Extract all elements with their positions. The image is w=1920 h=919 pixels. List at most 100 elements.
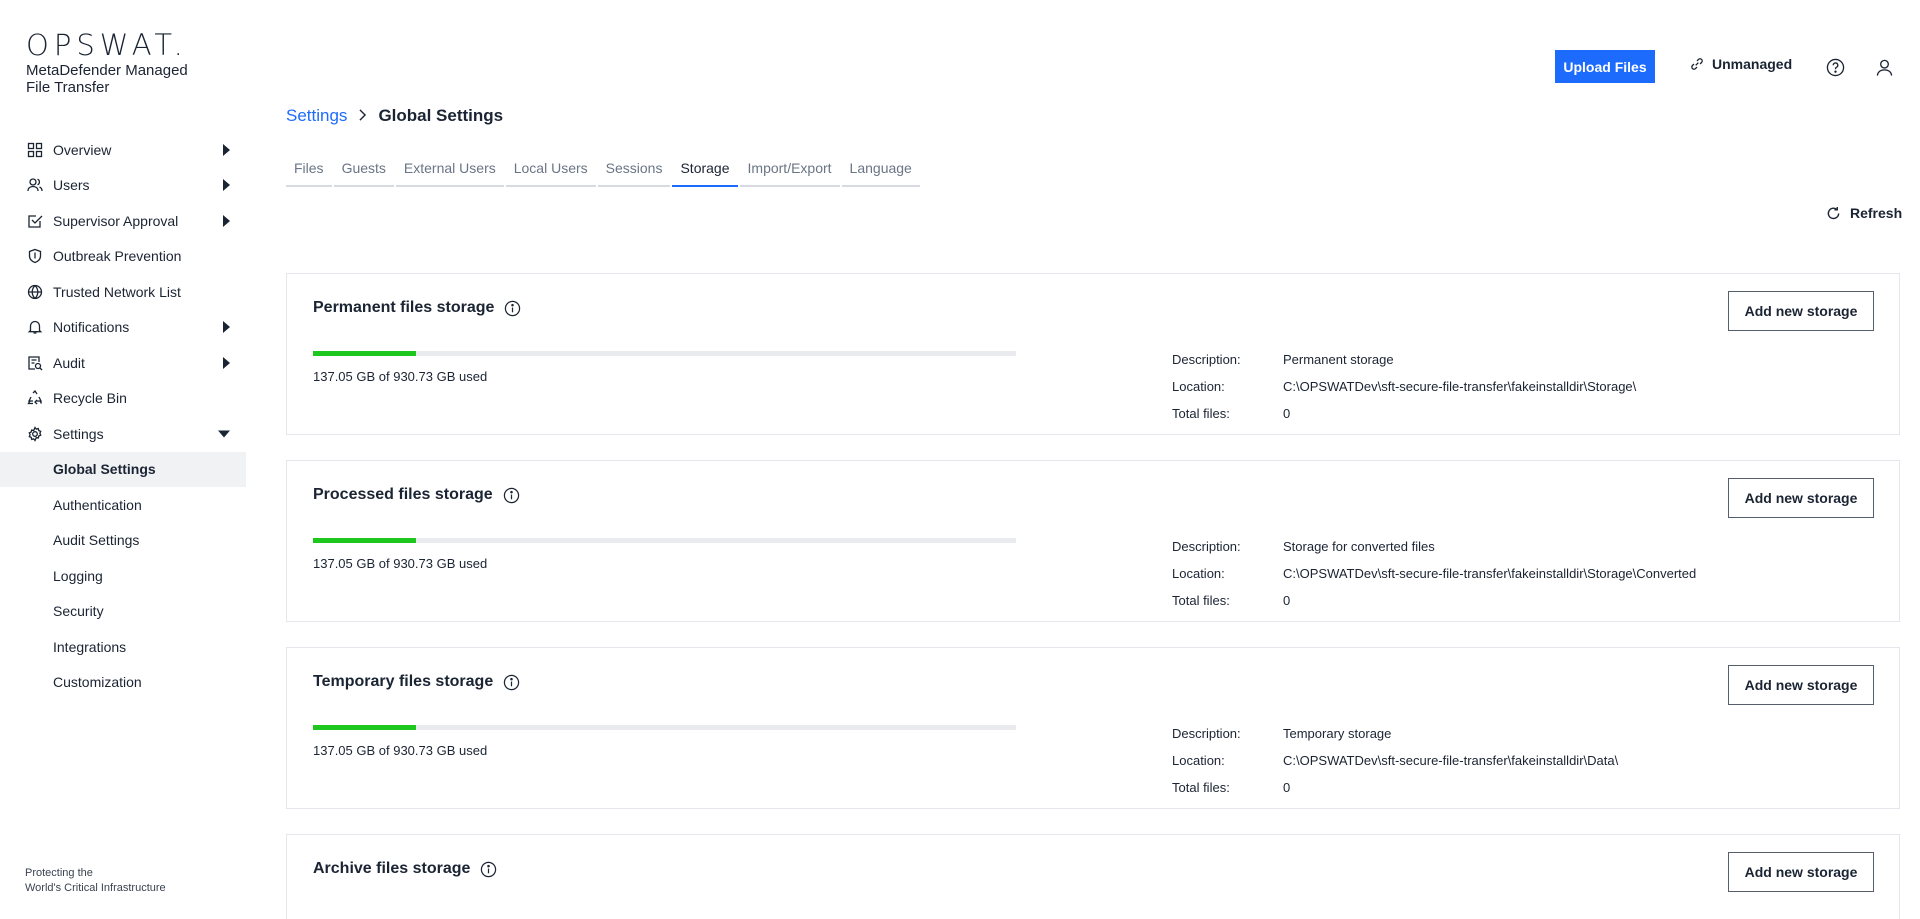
- refresh-button[interactable]: Refresh: [1826, 205, 1902, 221]
- user-icon[interactable]: [1873, 56, 1895, 78]
- add-new-storage-button[interactable]: Add new storage: [1728, 665, 1874, 705]
- description-label: Description:: [1172, 726, 1241, 741]
- storage-details: Description: Permanent storage Location: C…: [1172, 346, 1636, 427]
- help-icon[interactable]: [1824, 56, 1846, 78]
- sidebar-item-label: Outbreak Prevention: [53, 248, 182, 265]
- add-new-storage-button[interactable]: Add new storage: [1728, 478, 1874, 518]
- total-files-value: 0: [1283, 780, 1291, 795]
- sidebar-item-supervisor-approval[interactable]: Supervisor Approval: [0, 203, 246, 239]
- storage-card-processed: Processed files storage 137.05 GB of 930…: [286, 460, 1900, 622]
- refresh-icon: [1826, 206, 1841, 221]
- product-name: MetaDefender Managed File Transfer: [26, 62, 188, 96]
- audit-icon: [26, 354, 44, 372]
- tab-external-users[interactable]: External Users: [395, 158, 504, 187]
- sidebar-subitem-logging[interactable]: Logging: [0, 558, 246, 594]
- storage-title: Permanent files storage: [313, 299, 521, 317]
- storage-card-permanent: Permanent files storage 137.05 GB of 930…: [286, 273, 1900, 435]
- sidebar: OPSWAT. MetaDefender Managed File Transf…: [0, 0, 246, 919]
- caret-right-icon: [223, 356, 230, 369]
- tagline-line: World's Critical Infrastructure: [25, 882, 166, 894]
- caret-right-icon: [223, 214, 230, 227]
- sidebar-item-overview[interactable]: Overview: [0, 132, 246, 168]
- description-value: Permanent storage: [1283, 352, 1394, 367]
- description-value: Storage for converted files: [1283, 539, 1435, 554]
- sidebar-subitem-audit-settings[interactable]: Audit Settings: [0, 523, 246, 559]
- usage-bar: [313, 725, 1016, 730]
- sidebar-subitem-authentication[interactable]: Authentication: [0, 487, 246, 523]
- chevron-right-icon: [358, 106, 367, 126]
- unmanaged-label: Unmanaged: [1712, 56, 1793, 72]
- users-icon: [26, 176, 44, 194]
- location-label: Location:: [1172, 753, 1225, 768]
- sidebar-item-settings[interactable]: Settings: [0, 416, 246, 452]
- sidebar-item-label: Recycle Bin: [53, 390, 127, 407]
- tab-storage[interactable]: Storage: [672, 158, 738, 187]
- storage-title: Processed files storage: [313, 486, 520, 504]
- tab-guests[interactable]: Guests: [333, 158, 394, 187]
- description-label: Description:: [1172, 539, 1241, 554]
- caret-right-icon: [223, 179, 230, 192]
- caret-right-icon: [223, 321, 230, 334]
- settings-tabs: Files Guests External Users Local Users …: [286, 158, 920, 187]
- usage-text: 137.05 GB of 930.73 GB used: [313, 743, 488, 758]
- total-files-value: 0: [1283, 593, 1291, 608]
- opswat-logo: OPSWAT.: [26, 28, 188, 62]
- location-value: C:\OPSWATDev\sft-secure-file-transfer\fa…: [1283, 753, 1619, 768]
- storage-details: Description: Temporary storage Location: C…: [1172, 720, 1618, 801]
- footer-tagline: Protecting the World's Critical Infrastr…: [25, 866, 166, 896]
- sidebar-item-recycle-bin[interactable]: Recycle Bin: [0, 381, 246, 417]
- breadcrumb: Settings Global Settings: [286, 106, 503, 126]
- location-value: C:\OPSWATDev\sft-secure-file-transfer\fa…: [1283, 379, 1637, 394]
- tagline-line: Protecting the: [25, 867, 93, 879]
- total-files-value: 0: [1283, 406, 1291, 421]
- sidebar-item-audit[interactable]: Audit: [0, 345, 246, 381]
- upload-files-button[interactable]: Upload Files: [1555, 50, 1655, 83]
- tab-local-users[interactable]: Local Users: [505, 158, 596, 187]
- tab-language[interactable]: Language: [841, 158, 920, 187]
- total-files-label: Total files:: [1172, 780, 1230, 795]
- storage-title-text: Permanent files storage: [313, 299, 495, 316]
- add-new-storage-button[interactable]: Add new storage: [1728, 852, 1874, 892]
- tab-sessions[interactable]: Sessions: [597, 158, 671, 187]
- usage-bar-fill: [313, 538, 417, 543]
- usage-bar: [313, 538, 1016, 543]
- sidebar-item-label: Settings: [53, 425, 104, 442]
- sidebar-nav: Overview Users Supervisor Approval Outbr…: [0, 132, 246, 700]
- breadcrumb-settings-link[interactable]: Settings: [286, 106, 347, 126]
- storage-title: Temporary files storage: [313, 673, 520, 691]
- tab-files[interactable]: Files: [286, 158, 332, 187]
- unmanaged-link[interactable]: Unmanaged: [1690, 56, 1792, 72]
- info-icon[interactable]: [504, 300, 521, 317]
- sidebar-subitem-security[interactable]: Security: [0, 594, 246, 630]
- sidebar-item-users[interactable]: Users: [0, 168, 246, 204]
- grid-icon: [26, 141, 44, 159]
- info-icon[interactable]: [480, 861, 497, 878]
- tab-import-export[interactable]: Import/Export: [739, 158, 840, 187]
- add-new-storage-button[interactable]: Add new storage: [1728, 291, 1874, 331]
- sidebar-item-outbreak-prevention[interactable]: Outbreak Prevention: [0, 239, 246, 275]
- info-icon[interactable]: [503, 487, 520, 504]
- storage-title: Archive files storage: [313, 860, 497, 878]
- sidebar-subitem-customization[interactable]: Customization: [0, 665, 246, 701]
- sidebar-subitem-integrations[interactable]: Integrations: [0, 629, 246, 665]
- storage-card-archive: Archive files storage Add new storage: [286, 834, 1900, 919]
- sidebar-item-label: Overview: [53, 141, 112, 158]
- usage-text: 137.05 GB of 930.73 GB used: [313, 556, 488, 571]
- total-files-label: Total files:: [1172, 406, 1230, 421]
- sidebar-subitem-global-settings[interactable]: Global Settings: [0, 451, 246, 487]
- description-value: Temporary storage: [1283, 726, 1392, 741]
- storage-card-temporary: Temporary files storage 137.05 GB of 930…: [286, 647, 1900, 809]
- shield-icon: [26, 247, 44, 265]
- sidebar-item-trusted-network-list[interactable]: Trusted Network List: [0, 274, 246, 310]
- location-label: Location:: [1172, 379, 1225, 394]
- total-files-label: Total files:: [1172, 593, 1230, 608]
- storage-title-text: Archive files storage: [313, 860, 471, 877]
- logo: OPSWAT. MetaDefender Managed File Transf…: [26, 30, 216, 96]
- gear-icon: [26, 425, 44, 443]
- sidebar-item-notifications[interactable]: Notifications: [0, 310, 246, 346]
- refresh-label: Refresh: [1850, 205, 1903, 221]
- info-icon[interactable]: [503, 674, 520, 691]
- location-value: C:\OPSWATDev\sft-secure-file-transfer\fa…: [1283, 566, 1697, 581]
- description-label: Description:: [1172, 352, 1241, 367]
- usage-bar-fill: [313, 725, 417, 730]
